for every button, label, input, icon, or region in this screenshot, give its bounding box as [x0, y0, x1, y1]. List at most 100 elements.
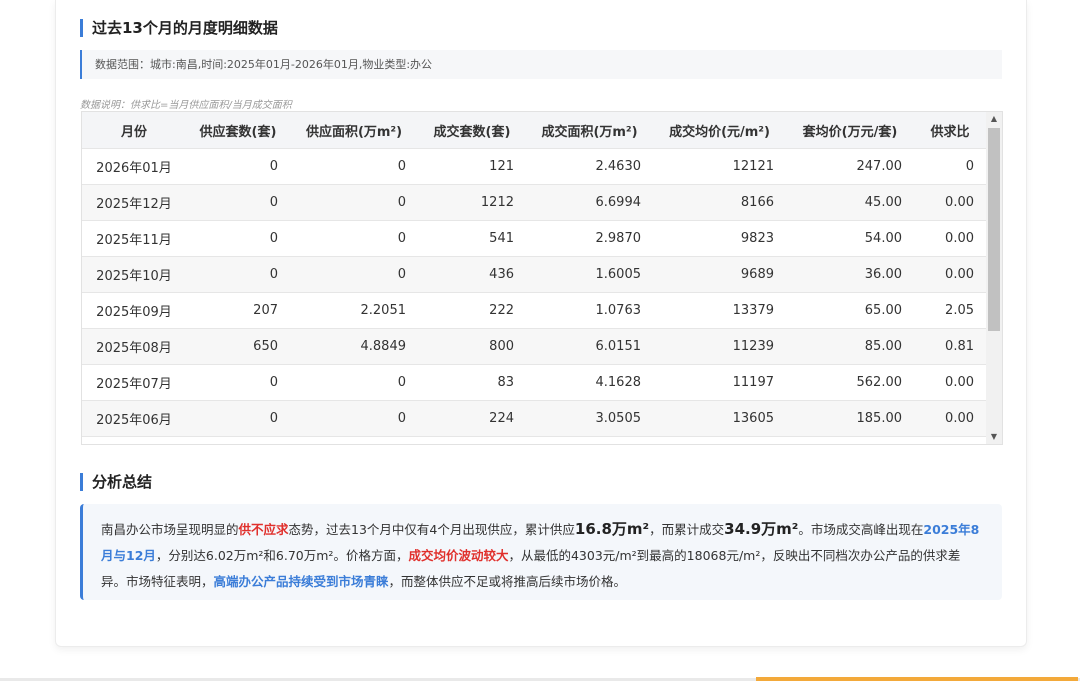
- table-cell: 8166: [653, 184, 786, 221]
- table-cell: 2025年11月: [82, 220, 186, 257]
- summary-text-5: ，分别达6.02万m²和6.70万m²。价格方面，: [155, 548, 409, 563]
- table-row[interactable]: 2026年01月 0 0 121 2.4630 12121 247.00 0: [82, 148, 986, 185]
- summary-text-7: ，而整体供应不足或将推高后续市场价格。: [388, 574, 627, 589]
- table-cell: 1.0763: [526, 292, 653, 329]
- data-scope-text: 数据范围：城市:南昌,时间:2025年01月-2026年01月,物业类型:办公: [95, 58, 433, 71]
- table-cell: 13605: [653, 400, 786, 437]
- table-cell: 0: [914, 148, 986, 185]
- table-cell: 562.00: [786, 364, 914, 401]
- table-cell: 4.8849: [290, 328, 418, 365]
- table-cell: 0.00: [914, 220, 986, 257]
- table-cell: 800: [418, 328, 526, 365]
- table-cell: 1212: [418, 184, 526, 221]
- table-cell: 0.00: [914, 400, 986, 437]
- table-cell: 3.0505: [526, 400, 653, 437]
- table-cell: 0: [186, 400, 290, 437]
- table-cell: 0: [290, 184, 418, 221]
- table-cell: 2026年01月: [82, 148, 186, 185]
- table-cell: 121: [418, 148, 526, 185]
- table-cell: 2025年12月: [82, 184, 186, 221]
- table-row[interactable]: 2025年07月 0 0 83 4.1628 11197 562.00 0.00: [82, 364, 986, 401]
- col-header-supply-units[interactable]: 供应套数(套): [186, 112, 290, 149]
- table-cell: 85.00: [786, 328, 914, 365]
- table-cell: 2025年08月: [82, 328, 186, 365]
- col-header-deal-area[interactable]: 成交面积(万m²): [526, 112, 653, 149]
- page-divider-accent: [756, 677, 1078, 681]
- highlight-supply-shortage: 供不应求: [238, 522, 289, 537]
- monthly-table: 月份 供应套数(套) 供应面积(万m²) 成交套数(套) 成交面积(万m²) 成…: [82, 112, 986, 437]
- analysis-summary-box: 南昌办公市场呈现明显的供不应求态势，过去13个月中仅有4个月出现供应，累计供应1…: [80, 504, 1002, 600]
- table-cell: 0: [290, 220, 418, 257]
- table-scrollbar[interactable]: ▲ ▼: [986, 112, 1002, 444]
- table-cell: 2025年06月: [82, 400, 186, 437]
- table-cell: 6.0151: [526, 328, 653, 365]
- monthly-detail-title: 过去13个月的月度明细数据: [80, 19, 278, 37]
- report-card: 过去13个月的月度明细数据 数据范围：城市:南昌,时间:2025年01月-202…: [55, 0, 1027, 647]
- table-row[interactable]: 2025年09月 207 2.2051 222 1.0763 13379 65.00 2.05: [82, 292, 986, 329]
- table-cell: 54.00: [786, 220, 914, 257]
- total-supply-value: 16.8万m²: [574, 520, 650, 538]
- summary-text-3: ，而累计成交: [649, 522, 725, 537]
- table-cell: 36.00: [786, 256, 914, 293]
- col-header-deal-units[interactable]: 成交套数(套): [418, 112, 526, 149]
- col-header-unit-price[interactable]: 套均价(万元/套): [786, 112, 914, 149]
- table-cell: 650: [186, 328, 290, 365]
- table-cell: 9689: [653, 256, 786, 293]
- col-header-supply-demand-ratio[interactable]: 供求比: [914, 112, 986, 149]
- table-cell: 83: [418, 364, 526, 401]
- data-scope-box: 数据范围：城市:南昌,时间:2025年01月-2026年01月,物业类型:办公: [80, 50, 1002, 79]
- table-cell: 9823: [653, 220, 786, 257]
- table-cell: 12121: [653, 148, 786, 185]
- table-cell: 4.1628: [526, 364, 653, 401]
- table-cell: 45.00: [786, 184, 914, 221]
- table-cell: 185.00: [786, 400, 914, 437]
- table-cell: 0.00: [914, 184, 986, 221]
- table-cell: 0: [290, 400, 418, 437]
- table-cell: 207: [186, 292, 290, 329]
- summary-text-2: 态势，过去13个月中仅有4个月出现供应，累计供应: [288, 522, 575, 537]
- table-cell: 224: [418, 400, 526, 437]
- table-cell: 2.4630: [526, 148, 653, 185]
- table-cell: 11197: [653, 364, 786, 401]
- table-cell: 2.2051: [290, 292, 418, 329]
- table-cell: 0: [186, 148, 290, 185]
- table-cell: 0: [186, 256, 290, 293]
- table-cell: 1.6005: [526, 256, 653, 293]
- table-cell: 222: [418, 292, 526, 329]
- table-cell: 436: [418, 256, 526, 293]
- data-note: 数据说明：供求比=当月供应面积/当月成交面积: [80, 100, 292, 111]
- total-deal-value: 34.9万m²: [724, 520, 799, 538]
- table-row[interactable]: 2025年06月 0 0 224 3.0505 13605 185.00 0.00: [82, 400, 986, 437]
- table-row[interactable]: 2025年12月 0 0 1212 6.6994 8166 45.00 0.00: [82, 184, 986, 221]
- table-cell: 0: [290, 148, 418, 185]
- table-header-row: 月份 供应套数(套) 供应面积(万m²) 成交套数(套) 成交面积(万m²) 成…: [82, 112, 986, 149]
- table-row[interactable]: 2025年10月 0 0 436 1.6005 9689 36.00 0.00: [82, 256, 986, 293]
- col-header-supply-area[interactable]: 供应面积(万m²): [290, 112, 418, 149]
- col-header-avg-price[interactable]: 成交均价(元/m²): [653, 112, 786, 149]
- table-cell: 2025年09月: [82, 292, 186, 329]
- highlight-price-volatility: 成交均价波动较大: [408, 548, 509, 563]
- table-cell: 0: [290, 364, 418, 401]
- table-row[interactable]: 2025年11月 0 0 541 2.9870 9823 54.00 0.00: [82, 220, 986, 257]
- table-cell: 0: [186, 184, 290, 221]
- table-cell: 0: [290, 256, 418, 293]
- table-cell: 2.9870: [526, 220, 653, 257]
- table-cell: 0.81: [914, 328, 986, 365]
- table-cell: 2.05: [914, 292, 986, 329]
- table-cell: 65.00: [786, 292, 914, 329]
- scrollbar-thumb[interactable]: [988, 128, 1000, 331]
- triangle-up-icon[interactable]: ▲: [986, 112, 1002, 126]
- table-row[interactable]: 2025年08月 650 4.8849 800 6.0151 11239 85.00 0.81: [82, 328, 986, 365]
- monthly-table-container[interactable]: 月份 供应套数(套) 供应面积(万m²) 成交套数(套) 成交面积(万m²) 成…: [81, 111, 1003, 445]
- col-header-month[interactable]: 月份: [82, 112, 186, 149]
- summary-text-4: 。市场成交高峰出现在: [798, 522, 924, 537]
- table-cell: 11239: [653, 328, 786, 365]
- table-cell: 247.00: [786, 148, 914, 185]
- table-cell: 2025年10月: [82, 256, 186, 293]
- table-cell: 0.00: [914, 256, 986, 293]
- table-cell: 2025年07月: [82, 364, 186, 401]
- triangle-down-icon[interactable]: ▼: [986, 430, 1002, 444]
- table-cell: 6.6994: [526, 184, 653, 221]
- table-cell: 541: [418, 220, 526, 257]
- highlight-high-end-demand: 高端办公产品持续受到市场青睐: [213, 574, 389, 589]
